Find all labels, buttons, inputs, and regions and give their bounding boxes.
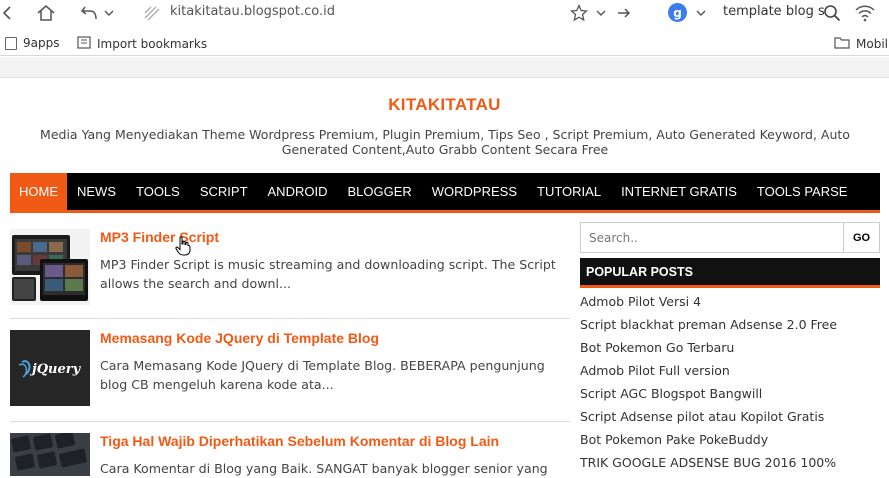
site-title[interactable]: KITAKITATAU [0, 95, 889, 115]
popular-post-link[interactable]: Script AGC Blogspot Bangwill [580, 382, 880, 405]
post-item: Tiga Hal Wajib Diperhatikan Sebelum Kome… [10, 433, 570, 476]
popular-post-link[interactable]: Script blackhat preman Adsense 2.0 Free [580, 313, 880, 336]
popular-posts-header: POPULAR POSTS [580, 258, 880, 288]
bookmark-label: Import bookmarks [97, 37, 208, 51]
bookmark-9apps[interactable]: 9apps [5, 36, 59, 50]
jquery-logo-text: jQuery [32, 362, 81, 377]
chevron-down-icon[interactable] [102, 2, 116, 24]
page-top-strip [0, 57, 889, 78]
back-arrow-icon[interactable] [0, 2, 14, 24]
bookmark-mobil[interactable]: Mobil [834, 36, 888, 52]
post-divider [10, 318, 570, 319]
post-excerpt: MP3 Finder Script is music streaming and… [100, 257, 556, 291]
nav-android[interactable]: ANDROID [258, 173, 338, 210]
post-title[interactable]: MP3 Finder Script [100, 229, 219, 245]
wifi-icon[interactable] [852, 2, 878, 24]
main-nav: HOME NEWS TOOLS SCRIPT ANDROID BLOGGER W… [10, 173, 880, 213]
post-title[interactable]: Memasang Kode JQuery di Template Blog [100, 330, 379, 346]
undo-icon[interactable] [78, 2, 100, 24]
post-thumbnail[interactable]: jQuery [10, 330, 90, 406]
popular-posts-list: Admob Pilot Versi 4 Script blackhat prem… [580, 290, 880, 474]
bookmark-label: 9apps [23, 36, 60, 50]
popular-post-link[interactable]: Script Adsense pilot atau Kopilot Gratis [580, 405, 880, 428]
search-input[interactable] [581, 223, 843, 252]
home-icon[interactable] [34, 2, 58, 24]
site-description: Media Yang Menyediakan Theme Wordpress P… [40, 127, 850, 157]
forward-arrow-icon[interactable] [614, 2, 634, 24]
address-bar[interactable]: kitakitatau.blogspot.co.id [170, 4, 335, 19]
site-info-icon[interactable] [140, 2, 164, 24]
post-divider [10, 421, 570, 422]
nav-tools[interactable]: TOOLS [126, 173, 190, 210]
nav-blogger[interactable]: BLOGGER [337, 173, 421, 210]
search-icon[interactable] [820, 2, 844, 24]
folder-icon [834, 36, 850, 52]
nav-home[interactable]: HOME [10, 173, 67, 210]
bookmarks-bar: 9apps Import bookmarks Mobil [0, 32, 889, 56]
hand-cursor-icon [175, 236, 191, 256]
popular-post-link[interactable]: Bot Pokemon Go Terbaru [580, 336, 880, 359]
chevron-down-icon[interactable] [694, 2, 708, 24]
nav-tools-parse[interactable]: TOOLS PARSE [747, 173, 858, 210]
import-icon [77, 36, 91, 52]
post-excerpt: Cara Komentar di Blog yang Baik. SANGAT … [100, 461, 548, 476]
sidebar-search: GO [580, 222, 880, 253]
post-thumbnail[interactable] [10, 229, 90, 305]
browser-toolbar: kitakitatau.blogspot.co.id g template bl… [0, 0, 889, 28]
popular-post-link[interactable]: Bot Pokemon Pake PokeBuddy [580, 428, 880, 451]
nav-script[interactable]: SCRIPT [190, 173, 258, 210]
popular-post-link[interactable]: Admob Pilot Full version [580, 359, 880, 382]
nav-internet-gratis[interactable]: INTERNET GRATIS [611, 173, 747, 210]
browser-search-input[interactable]: template blog s [723, 4, 825, 19]
go-button[interactable]: GO [843, 223, 879, 252]
chevron-down-icon[interactable] [594, 2, 608, 24]
post-thumbnail[interactable] [10, 433, 90, 476]
bookmark-import[interactable]: Import bookmarks [77, 36, 207, 52]
nav-wordpress[interactable]: WORDPRESS [422, 173, 527, 210]
page-icon [5, 36, 17, 50]
popular-post-link[interactable]: TRIK GOOGLE ADSENSE BUG 2016 100% [580, 451, 880, 474]
post-title[interactable]: Tiga Hal Wajib Diperhatikan Sebelum Kome… [100, 433, 499, 449]
popular-post-link[interactable]: Admob Pilot Versi 4 [580, 290, 880, 313]
post-item: MP3 Finder Script MP3 Finder Script is m… [10, 229, 570, 309]
post-item: jQuery Memasang Kode JQuery di Template … [10, 330, 570, 410]
post-excerpt: Cara Memasang Kode JQuery di Template Bl… [100, 358, 545, 392]
search-engine-icon[interactable]: g [668, 3, 687, 22]
star-icon[interactable] [568, 2, 590, 24]
bookmark-label: Mobil [856, 37, 888, 51]
nav-news[interactable]: NEWS [67, 173, 126, 210]
nav-tutorial[interactable]: TUTORIAL [527, 173, 611, 210]
